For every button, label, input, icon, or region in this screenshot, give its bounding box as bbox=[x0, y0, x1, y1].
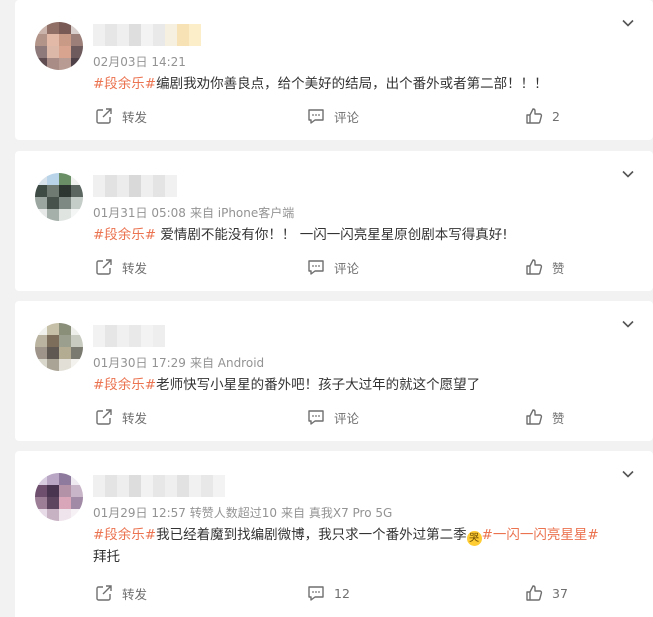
action-bar: 转发 评论 赞 bbox=[15, 405, 653, 429]
username-blurred[interactable] bbox=[93, 475, 225, 497]
avatar[interactable] bbox=[35, 22, 83, 70]
username-blurred[interactable] bbox=[93, 24, 201, 46]
forward-button[interactable]: 转发 bbox=[95, 255, 147, 279]
comment-body: 老师快写小星星的番外吧！孩子大过年的就这个愿望了 bbox=[156, 377, 481, 393]
comment-button[interactable]: 评论 bbox=[307, 255, 359, 279]
comment-text: #段余乐# 爱情剧不能没有你！！ 一闪一闪亮星星原创剧本写得真好! bbox=[93, 224, 613, 246]
comment-label: 评论 bbox=[334, 410, 360, 426]
comment-time: 01月30日 17:29 bbox=[93, 356, 186, 370]
username-blurred[interactable] bbox=[93, 175, 177, 197]
like-button[interactable]: 赞 bbox=[525, 255, 565, 279]
comment-count: 12 bbox=[334, 585, 350, 601]
like-button[interactable]: 2 bbox=[525, 104, 560, 128]
comment-label: 评论 bbox=[334, 109, 360, 125]
avatar[interactable] bbox=[35, 173, 83, 221]
comment-bubble-icon bbox=[308, 109, 324, 124]
forward-button[interactable]: 转发 bbox=[95, 405, 147, 429]
chevron-down-icon[interactable] bbox=[621, 16, 635, 30]
thumbs-up-icon bbox=[526, 409, 543, 425]
avatar[interactable] bbox=[35, 323, 83, 371]
comment-feed: 02月03日 14:21 #段余乐#编剧我劝你善良点，给个美好的结局，出个番外或… bbox=[0, 0, 653, 617]
comment-label: 评论 bbox=[334, 260, 360, 276]
topic-link[interactable]: #段余乐# bbox=[93, 527, 156, 543]
comment-time: 02月03日 14:21 bbox=[93, 55, 186, 69]
forward-label: 转发 bbox=[122, 410, 148, 426]
comment-meta: 01月30日 17:29 来自 Android bbox=[93, 354, 264, 371]
comment-body: 编剧我劝你善良点，给个美好的结局，出个番外或者第二部！！！ bbox=[156, 76, 548, 92]
username-blurred[interactable] bbox=[93, 325, 165, 347]
comment-card: 01月31日 05:08 来自 iPhone客户端 #段余乐# 爱情剧不能没有你！… bbox=[15, 151, 653, 291]
action-bar: 转发 12 37 bbox=[15, 581, 653, 605]
forward-share-icon bbox=[96, 409, 112, 425]
comment-body-2: 拜托 bbox=[93, 549, 120, 565]
action-bar: 转发 评论 赞 bbox=[15, 255, 653, 279]
comment-button[interactable]: 评论 bbox=[307, 104, 359, 128]
thumbs-up-icon bbox=[526, 108, 543, 124]
action-bar: 转发 评论 2 bbox=[15, 104, 653, 128]
chevron-down-icon[interactable] bbox=[621, 317, 635, 331]
forward-label: 转发 bbox=[122, 109, 148, 125]
like-button[interactable]: 37 bbox=[525, 581, 568, 605]
forward-share-icon bbox=[96, 108, 112, 124]
comment-source: 来自 iPhone客户端 bbox=[189, 206, 295, 220]
comment-meta: 02月03日 14:21 bbox=[93, 53, 190, 70]
comment-bubble-icon bbox=[308, 260, 324, 275]
forward-label: 转发 bbox=[122, 586, 148, 602]
comment-card: 01月30日 17:29 来自 Android #段余乐#老师快写小星星的番外吧！… bbox=[15, 301, 653, 441]
comment-time: 01月31日 05:08 bbox=[93, 206, 186, 220]
thumbs-up-icon bbox=[526, 585, 543, 601]
comment-body: 爱情剧不能没有你！！ 一闪一闪亮星星原创剧本写得真好! bbox=[156, 227, 508, 243]
topic-link-2[interactable]: #一闪一闪亮星星# bbox=[482, 527, 599, 543]
comment-time: 01月29日 12:57 转赞人数超过10 bbox=[93, 506, 278, 520]
comment-text: #段余乐#老师快写小星星的番外吧！孩子大过年的就这个愿望了 bbox=[93, 374, 613, 396]
chevron-down-icon[interactable] bbox=[621, 167, 635, 181]
comment-card: 02月03日 14:21 #段余乐#编剧我劝你善良点，给个美好的结局，出个番外或… bbox=[15, 0, 653, 140]
comment-meta: 01月29日 12:57 转赞人数超过10 来自 真我X7 Pro 5G bbox=[93, 504, 392, 521]
comment-button[interactable]: 12 bbox=[307, 581, 350, 605]
forward-share-icon bbox=[96, 259, 112, 275]
chevron-down-icon[interactable] bbox=[621, 467, 635, 481]
comment-source: 来自 Android bbox=[189, 356, 265, 370]
comment-meta: 01月31日 05:08 来自 iPhone客户端 bbox=[93, 204, 294, 221]
forward-button[interactable]: 转发 bbox=[95, 581, 147, 605]
crying-emoji-icon: 哭 bbox=[466, 531, 482, 546]
forward-label: 转发 bbox=[122, 260, 148, 276]
topic-link[interactable]: #段余乐# bbox=[93, 377, 156, 393]
like-count: 37 bbox=[552, 585, 568, 601]
like-count: 赞 bbox=[552, 410, 565, 426]
like-count: 赞 bbox=[552, 260, 565, 276]
topic-link[interactable]: #段余乐# bbox=[93, 227, 156, 243]
comment-button[interactable]: 评论 bbox=[307, 405, 359, 429]
avatar[interactable] bbox=[35, 473, 83, 521]
like-count: 2 bbox=[552, 108, 560, 124]
topic-link[interactable]: #段余乐# bbox=[93, 76, 156, 92]
forward-button[interactable]: 转发 bbox=[95, 104, 147, 128]
comment-bubble-icon bbox=[308, 586, 324, 601]
comment-body: 我已经着魔到找编剧微博，我只求一个番外过第二季 bbox=[156, 527, 467, 543]
comment-text: #段余乐#我已经着魔到找编剧微博，我只求一个番外过第二季哭 #一闪一闪亮星星# 拜… bbox=[93, 524, 613, 568]
thumbs-up-icon bbox=[526, 259, 543, 275]
comment-text: #段余乐#编剧我劝你善良点，给个美好的结局，出个番外或者第二部！！！ bbox=[93, 73, 613, 95]
comment-bubble-icon bbox=[308, 410, 324, 425]
forward-share-icon bbox=[96, 585, 112, 601]
comment-card: 01月29日 12:57 转赞人数超过10 来自 真我X7 Pro 5G #段余乐… bbox=[15, 451, 653, 617]
like-button[interactable]: 赞 bbox=[525, 405, 565, 429]
comment-source: 来自 真我X7 Pro 5G bbox=[281, 506, 393, 520]
